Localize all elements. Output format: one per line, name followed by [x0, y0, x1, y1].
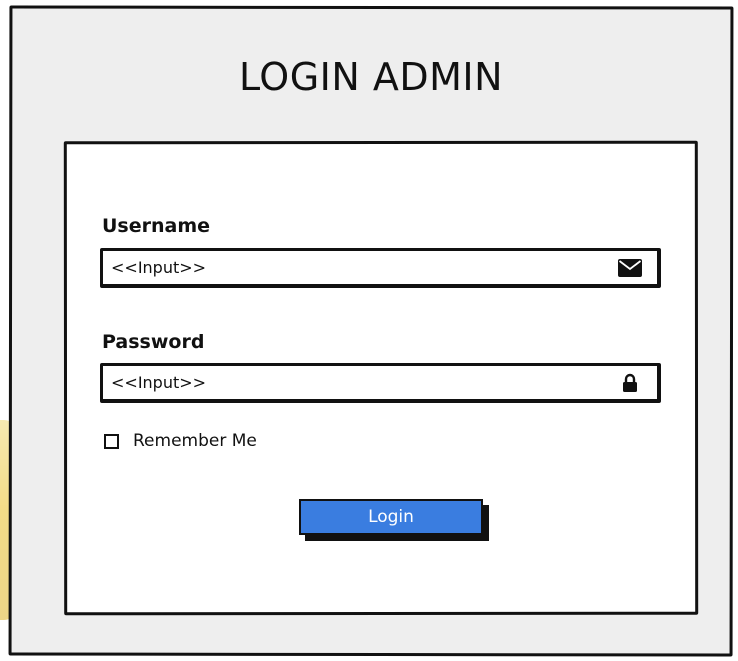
- username-label: Username: [102, 215, 211, 237]
- login-button-wrap: Login: [299, 499, 489, 541]
- username-field[interactable]: <<Input>>: [100, 248, 661, 288]
- lock-icon: [617, 372, 643, 394]
- remember-me-row[interactable]: Remember Me: [104, 431, 257, 451]
- password-label: Password: [102, 331, 205, 353]
- password-input-value[interactable]: <<Input>>: [111, 373, 617, 392]
- login-page: LOGIN ADMIN Username <<Input>> Password …: [0, 0, 738, 661]
- page-title: LOGIN ADMIN: [238, 55, 504, 99]
- password-field[interactable]: <<Input>>: [100, 363, 661, 403]
- envelope-icon: [617, 257, 643, 279]
- remember-me-checkbox[interactable]: [104, 433, 119, 449]
- remember-me-label[interactable]: Remember Me: [133, 431, 257, 451]
- username-input-value[interactable]: <<Input>>: [111, 258, 617, 277]
- login-button[interactable]: Login: [299, 499, 483, 535]
